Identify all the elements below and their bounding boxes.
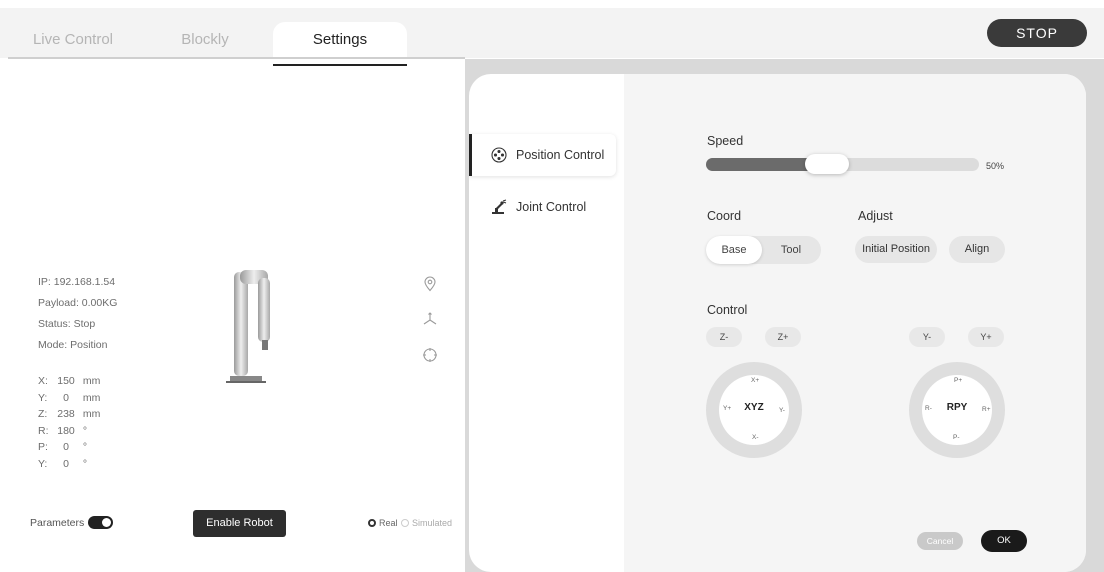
coord-segmented-control: Base Tool: [706, 236, 821, 264]
xyz-center-label: XYZ: [744, 402, 764, 413]
robot-arm-icon: [492, 199, 507, 214]
robot-info: IP: 192.168.1.54 Payload: 0.00KG Status:…: [38, 272, 117, 356]
coord-base-option[interactable]: Base: [706, 236, 762, 264]
initial-position-button[interactable]: Initial Position: [855, 236, 937, 263]
rpy-joystick[interactable]: RPY P+ P- R- R+: [909, 362, 1005, 458]
robot-arm-image: [226, 270, 270, 383]
cancel-button[interactable]: Cancel: [917, 532, 963, 550]
align-button[interactable]: Align: [949, 236, 1005, 263]
y-plus-button[interactable]: Y+: [968, 327, 1004, 347]
coord-label: Coord: [707, 209, 742, 223]
z-plus-button[interactable]: Z+: [765, 327, 801, 347]
rpy-r-plus[interactable]: R+: [982, 406, 991, 413]
radio-simulated[interactable]: Simulated: [401, 518, 452, 528]
status-text: Status: Stop: [38, 318, 96, 330]
coord-row-yaw: Y: 0 °: [38, 457, 88, 470]
xyz-joystick[interactable]: XYZ X+ X- Y+ Y-: [706, 362, 802, 458]
radio-real[interactable]: Real: [368, 518, 398, 528]
location-pin-icon[interactable]: [422, 276, 438, 292]
parameters-toggle[interactable]: [88, 516, 113, 529]
radio-simulated-dot: [401, 519, 409, 527]
mode-text: Mode: Position: [38, 339, 108, 351]
coord-row-p: P: 0 °: [38, 441, 88, 453]
tab-divider: [8, 57, 465, 59]
speed-slider[interactable]: [706, 154, 979, 174]
nav-position-label: Position Control: [516, 148, 605, 162]
coord-row-z: Z: 238 mm: [38, 408, 101, 420]
control-modal: Position Control Joint Control: [469, 74, 1086, 572]
position-control-icon: [491, 147, 507, 163]
y-minus-button[interactable]: Y-: [909, 327, 945, 347]
z-minus-button[interactable]: Z-: [706, 327, 742, 347]
speed-value: 50%: [986, 161, 1005, 171]
rpy-p-plus[interactable]: P+: [954, 377, 962, 384]
coord-row-x: X: 150 mm: [38, 375, 101, 387]
xyz-y-plus[interactable]: Y+: [723, 405, 731, 412]
xyz-x-plus[interactable]: X+: [751, 377, 759, 384]
nav-position-control[interactable]: Position Control: [469, 134, 616, 176]
nav-joint-label: Joint Control: [516, 200, 587, 214]
robot-status-panel: IP: 192.168.1.54 Payload: 0.00KG Status:…: [0, 60, 465, 572]
ip-text: IP: 192.168.1.54: [38, 276, 116, 288]
axes-icon[interactable]: [422, 311, 438, 327]
enable-robot-button[interactable]: Enable Robot: [193, 510, 286, 537]
speed-slider-thumb[interactable]: [804, 154, 849, 174]
coord-tool-option[interactable]: Tool: [763, 236, 819, 264]
nav-joint-control[interactable]: Joint Control: [469, 186, 616, 228]
tab-live-control[interactable]: Live Control: [8, 22, 138, 58]
control-label: Control: [707, 303, 748, 317]
crosshair-icon[interactable]: [422, 347, 438, 363]
stop-button[interactable]: STOP: [987, 19, 1087, 47]
xyz-y-minus[interactable]: Y-: [779, 407, 785, 414]
ok-button[interactable]: OK: [981, 530, 1027, 552]
parameters-label: Parameters: [30, 517, 85, 529]
coordinate-readout: X: 150 mm Y: 0 mm Z: 238 mm R: 180 ° P: 0 ° Y…: [38, 373, 100, 472]
rpy-r-minus[interactable]: R-: [925, 405, 932, 412]
app-window: Live Control Blockly Settings STOP IP: 1…: [0, 0, 1104, 572]
speed-label: Speed: [707, 134, 744, 148]
coord-row-r: R: 180 °: [38, 424, 88, 437]
adjust-label: Adjust: [858, 209, 893, 223]
rpy-p-minus[interactable]: P-: [953, 434, 960, 441]
radio-real-dot: [368, 519, 376, 527]
payload-text: Payload: 0.00KG: [38, 297, 118, 309]
xyz-x-minus[interactable]: X-: [752, 434, 759, 441]
position-control-panel: [624, 74, 1086, 572]
top-tab-bar: Live Control Blockly Settings: [0, 8, 1104, 66]
coord-row-y: Y: 0 mm: [38, 391, 101, 404]
tab-blockly[interactable]: Blockly: [140, 22, 270, 58]
